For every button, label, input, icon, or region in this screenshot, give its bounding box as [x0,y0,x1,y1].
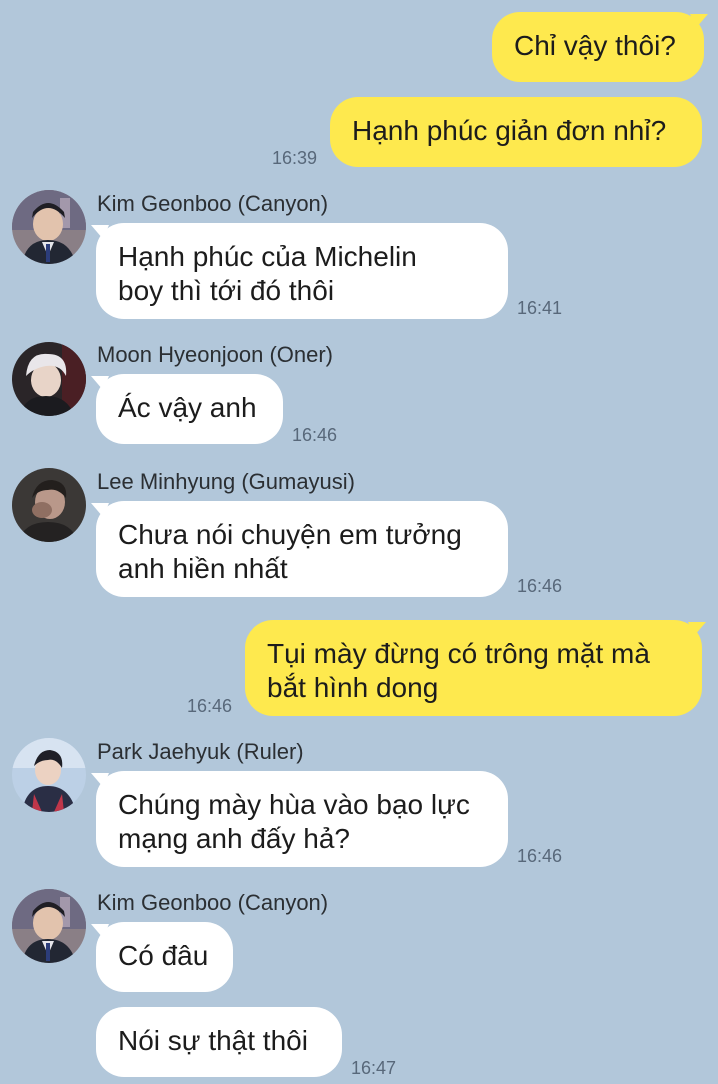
timestamp: 16:39 [272,148,318,168]
sender-name: Lee Minhyung (Gumayusi) [97,469,356,494]
message-line: boy thì tới đó thôi [118,275,335,306]
message-text: Có đâu [118,940,209,971]
bubble-tail [91,503,109,517]
their-message-bubble[interactable]: Có đâu [96,922,233,992]
sender-name: Park Jaehyuk (Ruler) [97,739,304,764]
their-message-bubble[interactable]: Ác vậy anh [96,374,283,444]
message-line: Chưa nói chuyện em tưởng [118,519,462,550]
timestamp: 16:46 [187,696,233,716]
timestamp: 16:46 [292,425,338,445]
timestamp: 16:41 [517,298,563,318]
my-message-bubble[interactable]: Tụi mày đừng có trông mặt mà bắt hình do… [245,620,702,716]
timestamp: 16:46 [517,576,563,596]
avatar-ruler[interactable] [12,738,86,812]
message-line: Hạnh phúc của Michelin [118,241,417,272]
their-message-bubble[interactable]: Chúng mày hùa vào bạo lực mạng anh đấy h… [96,771,508,867]
my-message-bubble[interactable]: Hạnh phúc giản đơn nhỉ? [330,97,702,167]
their-message-bubble[interactable]: Chưa nói chuyện em tưởng anh hiền nhất [96,501,508,597]
their-message-bubble[interactable]: Nói sự thật thôi [96,1007,342,1077]
bubble-tail [690,14,708,28]
avatar-oner[interactable] [12,342,86,416]
my-message-bubble[interactable]: Chỉ vậy thôi? [492,12,704,82]
chat-screen: { "colors": { "background": "#b2c7da", "… [0,0,718,1084]
message-text: Chỉ vậy thôi? [514,30,676,61]
message-line: bắt hình dong [267,672,439,703]
bubble-tail [91,225,109,239]
timestamp: 16:46 [517,846,563,866]
sender-name: Kim Geonboo (Canyon) [97,890,329,915]
sender-name: Kim Geonboo (Canyon) [97,191,329,216]
bubble-tail [688,622,706,636]
message-line: mạng anh đấy hả? [118,823,350,854]
message-line: anh hiền nhất [118,553,288,584]
bubble-tail [91,924,109,938]
timestamp: 16:47 [351,1058,397,1078]
sender-name: Moon Hyeonjoon (Oner) [97,342,334,367]
avatar-canyon[interactable] [12,190,86,264]
avatar-gumayusi[interactable] [12,468,86,542]
message-line: Chúng mày hùa vào bạo lực [118,789,470,820]
bubble-tail [91,773,109,787]
message-text: Hạnh phúc giản đơn nhỉ? [352,115,667,146]
their-message-bubble[interactable]: Hạnh phúc của Michelin boy thì tới đó th… [96,223,508,319]
message-text: Nói sự thật thôi [118,1025,308,1056]
bubble-tail [91,376,109,390]
avatar-canyon[interactable] [12,889,86,963]
message-line: Tụi mày đừng có trông mặt mà [267,638,650,669]
message-text: Ác vậy anh [118,392,257,423]
